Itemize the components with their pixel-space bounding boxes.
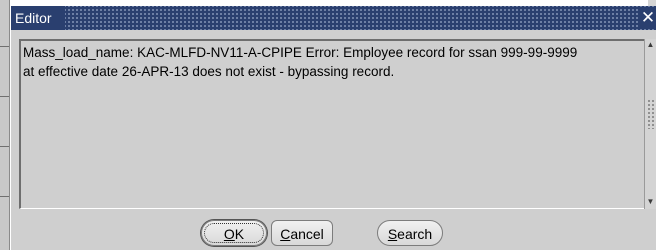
cancel-mnemonic: C (280, 226, 291, 242)
search-mnemonic: S (387, 226, 398, 242)
title-bar[interactable]: Editor ✕ (11, 6, 656, 30)
vertical-scrollbar[interactable]: ▲ ▼ (644, 39, 656, 209)
search-button[interactable]: Search (377, 220, 443, 246)
scroll-up-icon[interactable]: ▲ (645, 39, 656, 50)
cancel-label-rest: ancel (290, 226, 324, 242)
scroll-down-icon[interactable]: ▼ (645, 196, 656, 207)
background-window-edge (0, 0, 10, 250)
window-title: Editor (15, 10, 52, 26)
editor-text-area[interactable]: Mass_load_name: KAC-MLFD-NV11-A-CPIPE Er… (19, 39, 645, 209)
search-label-rest: earch (397, 226, 433, 242)
scroll-grip-icon[interactable] (647, 99, 655, 129)
close-icon[interactable]: ✕ (640, 8, 656, 28)
cancel-button[interactable]: Cancel (271, 220, 333, 246)
editor-text: Mass_load_name: KAC-MLFD-NV11-A-CPIPE Er… (23, 45, 578, 79)
ok-mnemonic: O (223, 226, 235, 242)
editor-dialog: Editor ✕ Mass_load_name: KAC-MLFD-NV11-A… (10, 6, 656, 250)
ok-button[interactable]: OK (201, 220, 267, 246)
ok-label-rest: K (234, 226, 245, 242)
